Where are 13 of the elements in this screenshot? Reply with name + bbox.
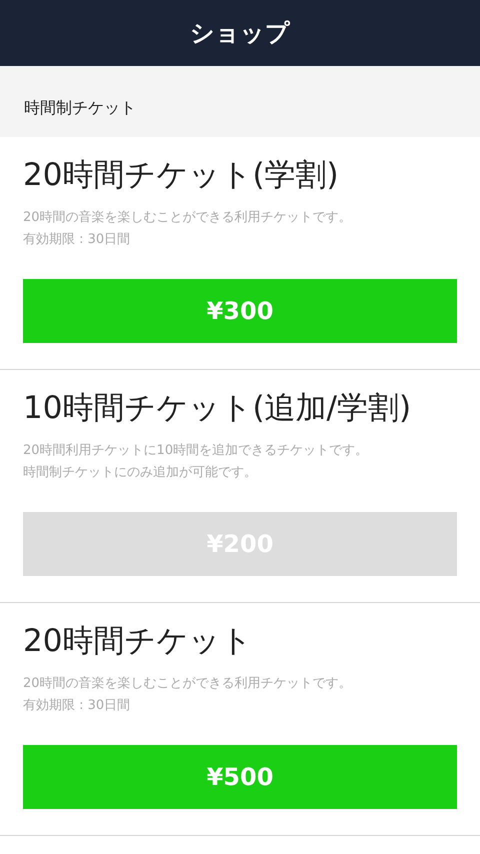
ticket-description: 20時間の音楽を楽しむことができる利用チケットです。	[23, 209, 353, 227]
ticket-description: 時間制チケットにのみ追加が可能です。	[23, 464, 258, 482]
section-label: 時間制チケット	[24, 98, 136, 119]
price-button[interactable]: ¥300	[23, 279, 457, 343]
ticket-description: 有効期限 : 30日間	[23, 697, 132, 715]
ticket-title: 10時間チケット(追加/学割)	[23, 389, 412, 428]
ticket-title: 20時間チケット	[23, 622, 254, 661]
price-button[interactable]: ¥500	[23, 745, 457, 809]
header-title: ショップ	[190, 18, 290, 49]
ticket-description: 20時間の音楽を楽しむことができる利用チケットです。	[23, 675, 353, 693]
ticket-description: 20時間利用チケットに10時間を追加できるチケットです。	[23, 442, 370, 460]
ticket-title: 20時間チケット(学割)	[23, 156, 340, 195]
ticket-description: 有効期限 : 30日間	[23, 231, 132, 249]
